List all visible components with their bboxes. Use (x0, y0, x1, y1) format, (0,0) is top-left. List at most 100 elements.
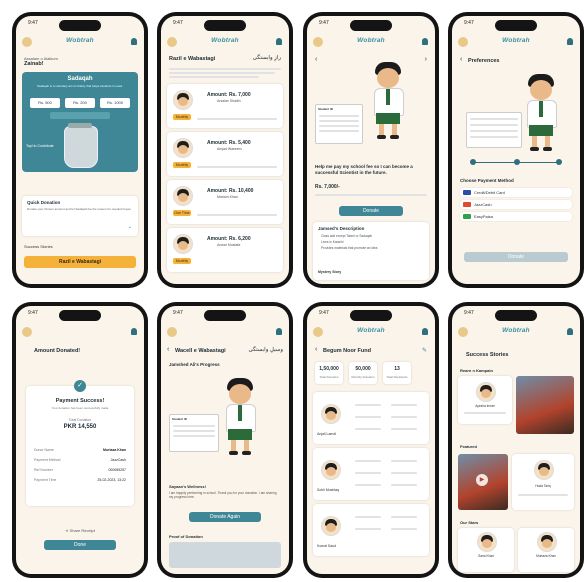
back-icon[interactable]: ‹ (315, 346, 317, 353)
payment-option-label: JazzCash (474, 202, 492, 207)
recipient-detail (391, 516, 417, 518)
avatar (321, 460, 341, 480)
done-button[interactable]: Done (44, 540, 116, 550)
donor-name: Anwar Mustafa (217, 243, 241, 247)
donate-button[interactable]: Donate (339, 206, 403, 216)
app-logo: Wobtrah (66, 37, 94, 44)
progress-track (197, 214, 277, 216)
app-bar: Wobtrah (452, 324, 580, 342)
slider-step[interactable] (470, 159, 476, 165)
menu-icon[interactable] (167, 37, 177, 47)
stat-card: 1,50,000 Total Donation (315, 362, 343, 384)
payment-option-card[interactable]: Credit/Debit Card (460, 188, 572, 197)
donor-card[interactable]: Monthly Amount: Rs. 6,200 Anwar Mustafa (167, 228, 283, 272)
menu-icon[interactable] (313, 37, 323, 47)
payment-option-jazzcash[interactable]: JazzCash (460, 200, 572, 209)
story-name: Ayesha Imran (475, 404, 495, 408)
home-screen: 9:47 Wobtrah Assalam o Alaikum Zainab! S… (16, 16, 144, 284)
id-field (173, 425, 215, 427)
story-card[interactable]: Ayesha Imran (458, 376, 512, 424)
payment-method-title: Choose Payment Method (460, 178, 514, 183)
recipient-detail (355, 472, 381, 474)
payment-option-easypaisa[interactable]: EasyPaisa (460, 212, 572, 221)
tap-hint: Tap! to Contribute (26, 144, 54, 148)
description-item: Class add except Tahmi or Sadaqah (321, 234, 373, 238)
user-name: Zainab! (24, 61, 44, 67)
menu-icon[interactable] (458, 327, 468, 337)
avatar (173, 90, 193, 110)
app-bar: Wobtrah (452, 34, 580, 52)
camera-notch (204, 20, 246, 31)
back-icon[interactable]: ‹ (167, 346, 169, 353)
avatar (173, 138, 193, 158)
app-bar (161, 324, 289, 342)
notification-icon[interactable] (422, 38, 428, 45)
play-icon[interactable]: ▶ (476, 474, 488, 486)
notification-icon[interactable] (131, 328, 137, 335)
avatar (173, 186, 193, 206)
custom-amount-field[interactable] (50, 112, 110, 119)
menu-icon[interactable] (313, 327, 323, 337)
slider-step[interactable] (556, 159, 562, 165)
donation-jar[interactable] (64, 126, 98, 168)
chevron-down-icon[interactable]: ⌄ (128, 224, 132, 230)
slider-step[interactable] (514, 159, 520, 165)
menu-icon[interactable] (458, 37, 468, 47)
recipient-detail (391, 484, 417, 486)
donor-card[interactable]: One Time Amount: Rs. 10,400 Mariam Khan (167, 180, 283, 224)
back-icon[interactable]: ‹ (315, 56, 317, 63)
recipient-card[interactable]: Anjali Lamdi (313, 392, 429, 444)
stat-value: 1,50,000 (319, 366, 339, 372)
stat-card: 13 Total Recipients (383, 362, 411, 384)
star-card[interactable]: Sana Khan (458, 528, 514, 572)
amount-1000[interactable]: Rs. 1000 (100, 98, 130, 108)
notification-icon[interactable] (567, 328, 573, 335)
quick-donation-text: Donate your chosen amount and let Sadaqa… (27, 207, 131, 211)
frequency-tag: Monthly (173, 114, 191, 120)
razil-button[interactable]: Razil e Wabastagi (24, 256, 136, 268)
progress-screen: 9:47 ‹ Wacell e Wabastagi وسیلِ وابستگی … (161, 306, 289, 574)
amount-500[interactable]: Rs. 500 (30, 98, 60, 108)
donor-card[interactable]: Monthly Amount: Rs. 7,000 Arsalan Shaikh (167, 84, 283, 128)
receipt-row-label: Ref Number (34, 468, 53, 472)
notification-icon[interactable] (276, 38, 282, 45)
avatar (534, 460, 554, 480)
menu-icon[interactable] (167, 327, 177, 337)
back-icon[interactable]: ‹ (460, 56, 462, 63)
donor-card[interactable]: Monthly Amount: Rs. 5,400 Amjad Waseem (167, 132, 283, 176)
receipt-row-value: 25-02-2023, 13:22 (97, 478, 126, 482)
recipient-detail (391, 472, 417, 474)
amount-200[interactable]: Rs. 200 (65, 98, 95, 108)
id-field (319, 115, 359, 117)
recipient-card[interactable]: Sohil Mushtaq (313, 448, 429, 500)
story-card[interactable]: Huda Tariq (512, 454, 574, 510)
donor-name: Amjad Waseem (217, 147, 242, 151)
share-receipt-link[interactable]: ⋖ Share Receipt (16, 528, 144, 533)
razil-screen: 9:47 Wobtrah Razil e Wabastagi رازِ وابس… (161, 16, 289, 284)
frequency-tag: Monthly (173, 162, 191, 168)
menu-icon[interactable] (22, 37, 32, 47)
recipient-card[interactable]: Komal Saud (313, 504, 429, 556)
stat-label: Total Recipients (386, 375, 408, 379)
card-icon (463, 190, 471, 195)
stat-label: Total Donation (319, 375, 339, 379)
receipt-row-label: Donor Name (34, 448, 54, 452)
stories-screen: 9:47 Wobtrah Success Stories Rearn n Kam… (452, 306, 580, 574)
star-card[interactable]: Murtaza Khan (518, 528, 574, 572)
donate-button[interactable]: Donate (464, 252, 568, 262)
notification-icon[interactable] (567, 38, 573, 45)
edit-icon[interactable]: ✎ (422, 347, 427, 354)
recipient-detail (355, 528, 381, 530)
quote-title: Sayaan's Wellness! (169, 484, 206, 489)
notification-icon[interactable] (131, 38, 137, 45)
phone-payment-success: 9:47 Amount Donated! ✓ Payment Success! … (12, 302, 148, 578)
notification-icon[interactable] (276, 328, 282, 335)
next-icon[interactable]: › (425, 56, 427, 63)
proof-image[interactable] (169, 542, 281, 568)
notification-icon[interactable] (422, 328, 428, 335)
progress-title: Jamshed Ali's Progress (169, 362, 220, 367)
story-photo[interactable] (516, 376, 574, 434)
student-amount: Rs. 7,000/- (315, 184, 340, 190)
menu-icon[interactable] (22, 327, 32, 337)
donate-again-button[interactable]: Donate Again (189, 512, 261, 522)
